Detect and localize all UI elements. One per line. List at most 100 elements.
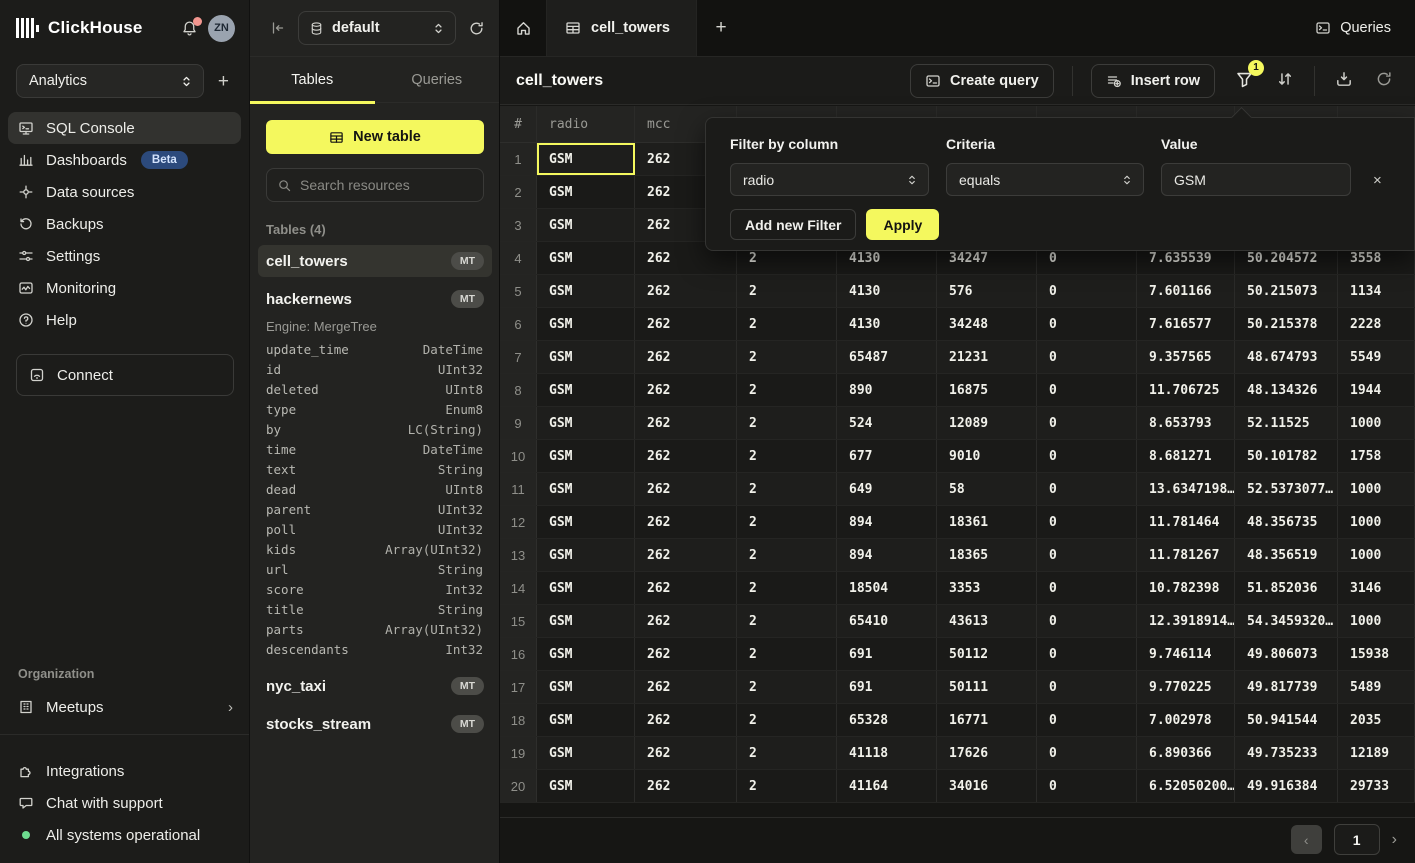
table-cell[interactable]: 49.806073	[1235, 638, 1338, 670]
table-cell[interactable]: 21231	[937, 341, 1037, 373]
table-cell[interactable]: GSM	[537, 275, 635, 307]
table-cell[interactable]: 2	[737, 473, 837, 505]
row-number-cell[interactable]: 16	[500, 638, 537, 670]
table-cell[interactable]: 9.746114	[1137, 638, 1235, 670]
table-cell[interactable]: 0	[1037, 770, 1137, 802]
row-number-cell[interactable]: 9	[500, 407, 537, 439]
table-cell[interactable]: 262	[635, 572, 737, 604]
notifications-bell-icon[interactable]	[181, 20, 198, 37]
table-cell[interactable]: 6.52050200…	[1137, 770, 1235, 802]
row-number-cell[interactable]: 19	[500, 737, 537, 769]
table-cell[interactable]: 262	[635, 308, 737, 340]
table-cell[interactable]: GSM	[537, 341, 635, 373]
table-cell[interactable]: 1000	[1338, 407, 1415, 439]
refresh-icon[interactable]	[1373, 68, 1395, 93]
table-cell[interactable]: 12189	[1338, 737, 1415, 769]
table-cell[interactable]: GSM	[537, 704, 635, 736]
table-cell[interactable]: 41118	[837, 737, 937, 769]
table-cell[interactable]: GSM	[537, 473, 635, 505]
table-cell[interactable]: 2	[737, 440, 837, 472]
avatar[interactable]: ZN	[208, 15, 235, 42]
table-cell[interactable]: 2	[737, 605, 837, 637]
table-cell[interactable]: 2	[737, 341, 837, 373]
row-number-cell[interactable]: 3	[500, 209, 537, 241]
table-cell[interactable]: 8.653793	[1137, 407, 1235, 439]
table-cell[interactable]: GSM	[537, 737, 635, 769]
table-cell[interactable]: 262	[635, 770, 737, 802]
table-cell[interactable]: 5489	[1338, 671, 1415, 703]
filter-icon[interactable]: 1	[1233, 68, 1256, 94]
table-cell[interactable]: 52.11525	[1235, 407, 1338, 439]
table-cell[interactable]: GSM	[537, 572, 635, 604]
table-cell[interactable]: GSM	[537, 671, 635, 703]
table-cell[interactable]: 262	[635, 605, 737, 637]
filter-criteria-select[interactable]: equals	[946, 163, 1144, 196]
workspace-select[interactable]: Analytics	[16, 64, 204, 98]
table-cell[interactable]: 52.5373077…	[1235, 473, 1338, 505]
tab-cell-towers[interactable]: cell_towers	[547, 0, 697, 56]
table-cell[interactable]: 0	[1037, 638, 1137, 670]
table-cell[interactable]: 4130	[837, 275, 937, 307]
table-cell[interactable]: 262	[635, 704, 737, 736]
table-cell[interactable]: 0	[1037, 440, 1137, 472]
table-cell[interactable]: 34016	[937, 770, 1037, 802]
table-cell[interactable]: 9.357565	[1137, 341, 1235, 373]
table-cell[interactable]: 0	[1037, 374, 1137, 406]
table-item-hackernews[interactable]: hackernews MT	[258, 283, 492, 315]
table-cell[interactable]: 1758	[1338, 440, 1415, 472]
table-cell[interactable]: GSM	[537, 605, 635, 637]
sidebar-item-chat-with-support[interactable]: Chat with support	[8, 787, 241, 819]
row-number-cell[interactable]: 17	[500, 671, 537, 703]
table-cell[interactable]: 677	[837, 440, 937, 472]
database-select[interactable]: default	[298, 11, 456, 45]
table-cell[interactable]: 0	[1037, 341, 1137, 373]
table-cell[interactable]: 65487	[837, 341, 937, 373]
row-number-cell[interactable]: 4	[500, 242, 537, 274]
sidebar-item-integrations[interactable]: Integrations	[8, 755, 241, 787]
sidebar-item-backups[interactable]: Backups	[8, 208, 241, 240]
row-number-cell[interactable]: 10	[500, 440, 537, 472]
sidebar-item-dashboards[interactable]: DashboardsBeta	[8, 144, 241, 176]
tab-queries[interactable]: Queries	[375, 57, 500, 102]
table-cell[interactable]: 691	[837, 671, 937, 703]
filter-value-input[interactable]	[1161, 163, 1351, 196]
table-cell[interactable]: 16875	[937, 374, 1037, 406]
table-cell[interactable]: 12089	[937, 407, 1037, 439]
table-cell[interactable]: 0	[1037, 407, 1137, 439]
table-cell[interactable]: 50111	[937, 671, 1037, 703]
table-cell[interactable]: 13.6347198…	[1137, 473, 1235, 505]
table-cell[interactable]: GSM	[537, 506, 635, 538]
table-cell[interactable]: 1134	[1338, 275, 1415, 307]
sidebar-item-meetups[interactable]: Meetups ›	[8, 691, 241, 723]
table-cell[interactable]: 16771	[937, 704, 1037, 736]
table-cell[interactable]: 2	[737, 671, 837, 703]
table-cell[interactable]: 1000	[1338, 473, 1415, 505]
apply-filter-button[interactable]: Apply	[866, 209, 939, 240]
table-cell[interactable]: 5549	[1338, 341, 1415, 373]
table-cell[interactable]: 2	[737, 737, 837, 769]
row-number-cell[interactable]: 18	[500, 704, 537, 736]
table-cell[interactable]: GSM	[537, 143, 635, 175]
table-cell[interactable]: 34248	[937, 308, 1037, 340]
create-query-button[interactable]: Create query	[910, 64, 1054, 98]
table-cell[interactable]: 0	[1037, 539, 1137, 571]
sort-icon[interactable]	[1274, 68, 1296, 93]
table-cell[interactable]: 11.781267	[1137, 539, 1235, 571]
table-cell[interactable]: 18504	[837, 572, 937, 604]
table-cell[interactable]: 15938	[1338, 638, 1415, 670]
table-cell[interactable]: 2	[737, 572, 837, 604]
table-cell[interactable]: 4130	[837, 308, 937, 340]
row-number-cell[interactable]: 2	[500, 176, 537, 208]
queries-button[interactable]: Queries	[1315, 20, 1391, 36]
table-cell[interactable]: 3353	[937, 572, 1037, 604]
collapse-panel-icon[interactable]	[270, 20, 286, 36]
table-cell[interactable]: 43613	[937, 605, 1037, 637]
table-cell[interactable]: 1944	[1338, 374, 1415, 406]
table-cell[interactable]: 576	[937, 275, 1037, 307]
column-header[interactable]: #	[500, 106, 537, 142]
table-cell[interactable]: 0	[1037, 506, 1137, 538]
table-cell[interactable]: 9010	[937, 440, 1037, 472]
table-cell[interactable]: GSM	[537, 770, 635, 802]
table-cell[interactable]: 2	[737, 770, 837, 802]
table-cell[interactable]: 50.941544	[1235, 704, 1338, 736]
